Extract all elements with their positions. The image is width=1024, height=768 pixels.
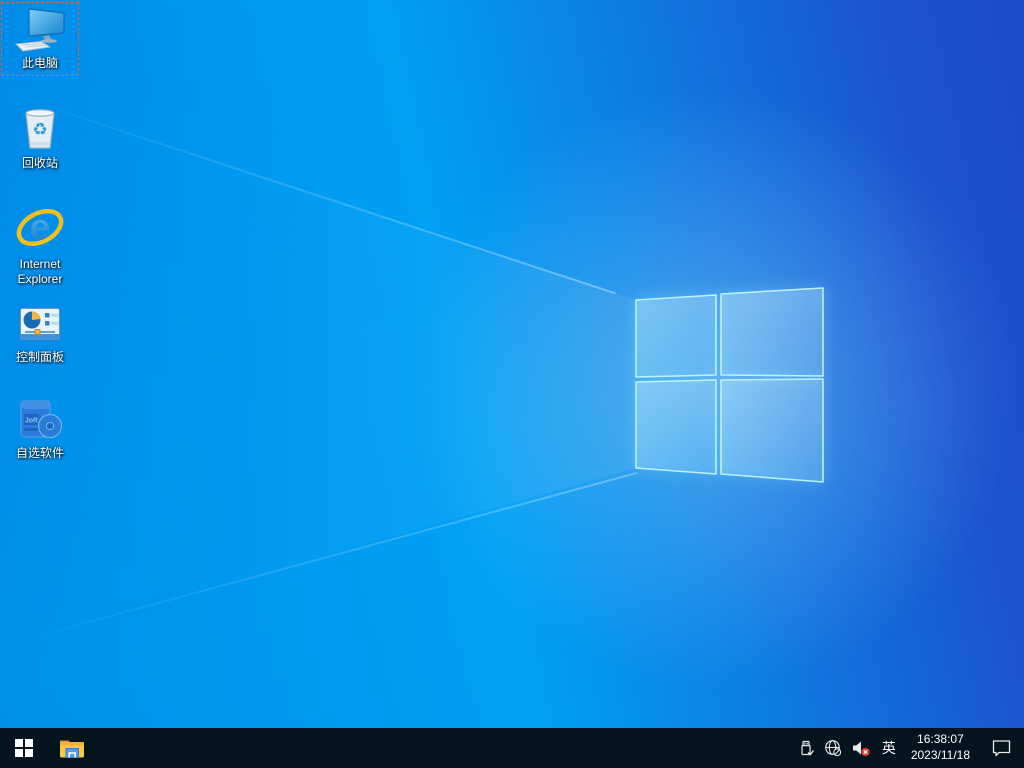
ie-letter-glyph: e	[30, 205, 51, 247]
software-box-text: JoR	[25, 418, 38, 425]
volume-muted-icon[interactable]	[851, 740, 871, 757]
icon-label: 此电脑	[21, 56, 58, 70]
taskbar: 英 16:38:07 2023/11/18	[0, 728, 1024, 768]
icon-label: Internet Explorer	[17, 257, 63, 286]
desktop-icon-this-pc[interactable]: 此电脑	[1, 2, 79, 76]
notification-bubble-icon	[992, 740, 1011, 757]
system-tray: 英 16:38:07 2023/11/18	[798, 728, 1024, 768]
software-box-icon: JoR	[20, 400, 63, 439]
icon-label: 控制面板	[15, 350, 64, 364]
usb-device-icon[interactable]	[798, 740, 815, 757]
desktop-icon-internet-explorer[interactable]: e Internet Explorer	[1, 198, 79, 288]
desktop-icon-recycle-bin[interactable]: ♻ 回收站	[1, 100, 79, 176]
recycle-symbol-glyph: ♻	[32, 120, 47, 139]
recycle-bin-icon: ♻	[25, 109, 55, 149]
action-center-button[interactable]	[991, 739, 1012, 757]
file-explorer-button[interactable]	[48, 728, 96, 768]
start-button[interactable]	[0, 728, 48, 768]
icon-label: 回收站	[21, 156, 58, 170]
network-globe-offline-icon[interactable]	[824, 739, 842, 757]
windows-desktop: 此电脑 ♻ 回收站 e Internet Explorer 控制面板 JoR 自…	[0, 0, 1024, 768]
desktop-icon-control-panel[interactable]: 控制面板	[1, 300, 79, 374]
windows-logo-icon	[15, 739, 33, 757]
desktop-icon-custom-software[interactable]: JoR 自选软件	[1, 392, 79, 470]
clock-date: 2023/11/18	[910, 748, 970, 762]
control-panel-icon	[19, 307, 61, 341]
windows-wallpaper-logo-icon	[635, 287, 824, 483]
this-pc-icon	[14, 8, 65, 52]
icon-label: 自选软件	[15, 446, 64, 460]
taskbar-clock[interactable]: 16:38:07 2023/11/18	[907, 732, 974, 763]
wallpaper-light-cone	[0, 92, 635, 646]
ime-language-indicator[interactable]: 英	[880, 738, 898, 758]
desktop-wallpaper	[0, 0, 1024, 768]
internet-explorer-icon: e	[16, 205, 64, 247]
clock-time: 16:38:07	[917, 732, 964, 747]
file-explorer-icon	[60, 740, 84, 758]
